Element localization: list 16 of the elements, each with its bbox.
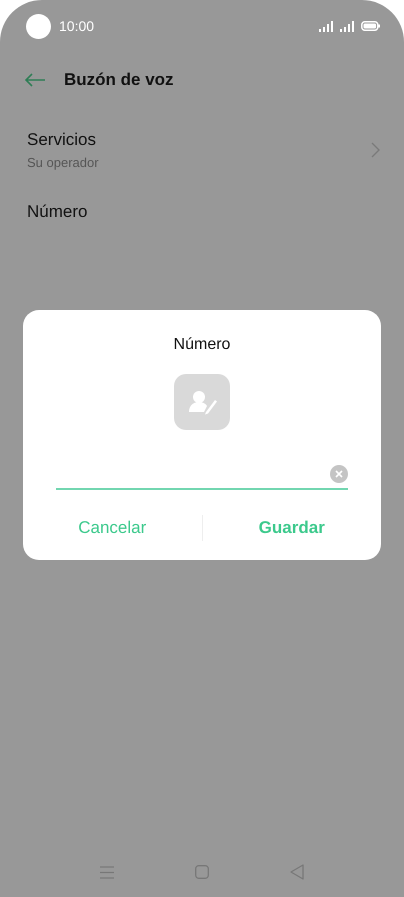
page-title: Buzón de voz: [64, 70, 174, 90]
setting-title[interactable]: Servicios: [27, 130, 371, 150]
back-button[interactable]: [24, 73, 46, 87]
signal-icon: [319, 20, 335, 32]
back-icon[interactable]: [290, 864, 304, 880]
home-icon[interactable]: [194, 865, 209, 879]
signal-icon: [340, 20, 356, 32]
clear-icon[interactable]: [330, 465, 348, 483]
setting-subtitle: Su operador: [27, 155, 100, 170]
dialog-title: Número: [172, 336, 232, 354]
clock-time: 10:00: [59, 18, 94, 34]
menu-icon[interactable]: [100, 866, 114, 878]
battery-icon: [361, 21, 380, 31]
setting-title[interactable]: Número: [27, 202, 380, 222]
camera-cutout: [26, 14, 51, 38]
contact-edit-icon[interactable]: [174, 374, 230, 430]
